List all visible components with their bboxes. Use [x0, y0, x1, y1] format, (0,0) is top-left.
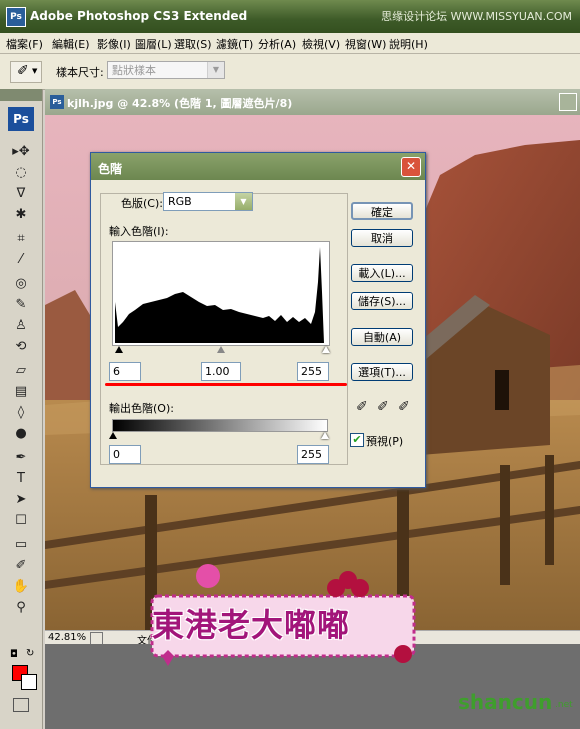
input-gamma-field[interactable]: 1.00 [201, 362, 241, 381]
healing-brush-icon[interactable]: ◎ [11, 275, 31, 293]
tool-preset-picker[interactable]: ✐ ▼ [10, 61, 42, 83]
menu-filter[interactable]: 濾鏡(T) [216, 36, 253, 52]
menu-bar: 檔案(F) 編輯(E) 影像(I) 圖層(L) 選取(S) 濾鏡(T) 分析(A… [0, 33, 580, 54]
photoshop-logo[interactable]: Ps [8, 107, 34, 131]
chevron-down-icon: ▼ [207, 62, 224, 78]
marquee-icon[interactable]: ◌ [11, 164, 31, 182]
quick-mask-icon[interactable] [13, 698, 29, 712]
eraser-icon[interactable]: ▱ [11, 362, 31, 380]
gradient-icon[interactable]: ▤ [11, 383, 31, 401]
lasso-icon[interactable]: ᐁ [11, 185, 31, 203]
menu-image[interactable]: 影像(I) [97, 36, 131, 52]
app-title-bar: Ps Adobe Photoshop CS3 Extended 思缘设计论坛 W… [0, 0, 580, 33]
sample-size-value: 點狀樣本 [112, 64, 156, 77]
input-black-field[interactable]: 6 [109, 362, 141, 381]
blur-icon[interactable]: ◊ [11, 404, 31, 422]
output-white-slider[interactable] [321, 432, 329, 439]
brush-icon[interactable]: ✎ [11, 296, 31, 314]
slice-icon[interactable]: ⁄ [11, 251, 31, 269]
chevron-down-icon: ▼ [32, 67, 38, 75]
white-point-eyedropper-icon[interactable]: ✐ [398, 399, 410, 415]
sample-size-label: 樣本尺寸: [56, 66, 104, 79]
swap-colors-icon[interactable]: ↻ [26, 648, 34, 659]
input-levels-label: 輸入色階(I): [109, 225, 169, 238]
output-levels-label: 輸出色階(O): [109, 402, 174, 415]
background-color-swatch[interactable] [21, 674, 37, 690]
tool-options-bar: ✐ ▼ 樣本尺寸: 點狀樣本 ▼ [0, 54, 580, 90]
hand-icon[interactable]: ✋ [11, 578, 31, 596]
menu-edit[interactable]: 編輯(E) [52, 36, 90, 52]
pen-icon[interactable]: ✒ [11, 449, 31, 467]
menu-view[interactable]: 檢視(V) [302, 36, 340, 52]
input-gamma-slider[interactable] [217, 346, 225, 353]
history-brush-icon[interactable]: ⟲ [11, 338, 31, 356]
chevron-down-icon: ▼ [235, 193, 252, 210]
eyedropper-icon: ✐ [17, 63, 29, 79]
output-white-field[interactable]: 255 [297, 445, 329, 464]
dialog-title-bar[interactable]: 色階 ✕ [91, 153, 425, 180]
eyedropper-icon[interactable]: ✐ [11, 557, 31, 575]
site-logo-suffix: .net [555, 700, 573, 710]
histogram-graph [115, 247, 324, 343]
menu-file[interactable]: 檔案(F) [6, 36, 43, 52]
menu-window[interactable]: 視窗(W) [345, 36, 386, 52]
document-title: kjlh.jpg @ 42.8% (色階 1, 圖層遮色片/8) [67, 97, 293, 110]
gray-point-eyedropper-icon[interactable]: ✐ [377, 399, 389, 415]
menu-layer[interactable]: 圖層(L) [135, 36, 172, 52]
sample-size-select[interactable]: 點狀樣本 ▼ [107, 61, 225, 79]
zoom-readout[interactable]: 42.81% [48, 632, 86, 643]
zoom-icon[interactable]: ⚲ [11, 599, 31, 617]
site-watermark: 思缘设计论坛 WWW.MISSYUAN.COM [381, 10, 572, 23]
app-title: Adobe Photoshop CS3 Extended [30, 9, 248, 23]
output-black-field[interactable]: 0 [109, 445, 141, 464]
maximize-button[interactable] [559, 93, 577, 111]
shape-icon[interactable]: ☐ [11, 512, 31, 530]
close-icon[interactable]: ✕ [401, 157, 421, 177]
document-title-bar[interactable]: Ps kjlh.jpg @ 42.8% (色階 1, 圖層遮色片/8) [45, 89, 580, 115]
document-icon: Ps [50, 95, 64, 109]
crop-icon[interactable]: ⌗ [11, 230, 31, 248]
site-logo: shancun [458, 690, 553, 714]
watermark-overlay-text: 東港老大嘟嘟 [152, 606, 351, 644]
magic-wand-icon[interactable]: ✱ [11, 206, 31, 224]
menu-select[interactable]: 選取(S) [174, 36, 212, 52]
auto-button[interactable]: 自動(A) [351, 328, 413, 346]
path-select-icon[interactable]: ➤ [11, 491, 31, 509]
type-icon[interactable]: T [11, 470, 31, 488]
dodge-icon[interactable]: ● [11, 425, 31, 443]
photoshop-app-icon: Ps [6, 7, 26, 27]
move-icon[interactable]: ▸✥ [11, 143, 31, 161]
channel-value: RGB [168, 195, 192, 208]
default-colors-icon[interactable]: ◘ [10, 649, 18, 660]
toolbox: Ps ◘ ↻ ▸✥ ◌ ᐁ ✱ ⌗ ⁄ ◎ ✎ ♙ ⟲ ▱ ▤ ◊ ● ✒ T ➤ ☐ ▭ ✐ ✋ ⚲ [0, 89, 43, 729]
histogram [112, 241, 330, 346]
notes-icon[interactable]: ▭ [11, 536, 31, 554]
output-gradient-bar [112, 419, 328, 432]
dialog-title: 色階 [98, 162, 123, 176]
toolbox-header[interactable] [0, 89, 42, 101]
menu-help[interactable]: 說明(H) [389, 36, 428, 52]
red-highlight-underline [105, 383, 347, 386]
input-black-slider[interactable] [115, 346, 123, 353]
load-button[interactable]: 載入(L)... [351, 264, 413, 282]
ok-button[interactable]: 確定 [351, 202, 413, 220]
levels-dialog: 色階 ✕ 色版(C): RGB ▼ 輸入色階(I): 6 1.00 255 輸出… [90, 152, 426, 488]
input-white-slider[interactable] [322, 346, 330, 353]
preview-checkbox[interactable]: ✔ [350, 433, 364, 447]
save-button[interactable]: 儲存(S)... [351, 292, 413, 310]
black-point-eyedropper-icon[interactable]: ✐ [356, 399, 368, 415]
preview-label: 預視(P) [366, 435, 404, 448]
cancel-button[interactable]: 取消 [351, 229, 413, 247]
output-black-slider[interactable] [109, 432, 117, 439]
channel-select[interactable]: RGB ▼ [163, 192, 253, 211]
stamp-icon[interactable]: ♙ [11, 317, 31, 335]
channel-label: 色版(C): [121, 197, 163, 210]
menu-analysis[interactable]: 分析(A) [258, 36, 296, 52]
options-button[interactable]: 選項(T)... [351, 363, 413, 381]
input-white-field[interactable]: 255 [297, 362, 329, 381]
